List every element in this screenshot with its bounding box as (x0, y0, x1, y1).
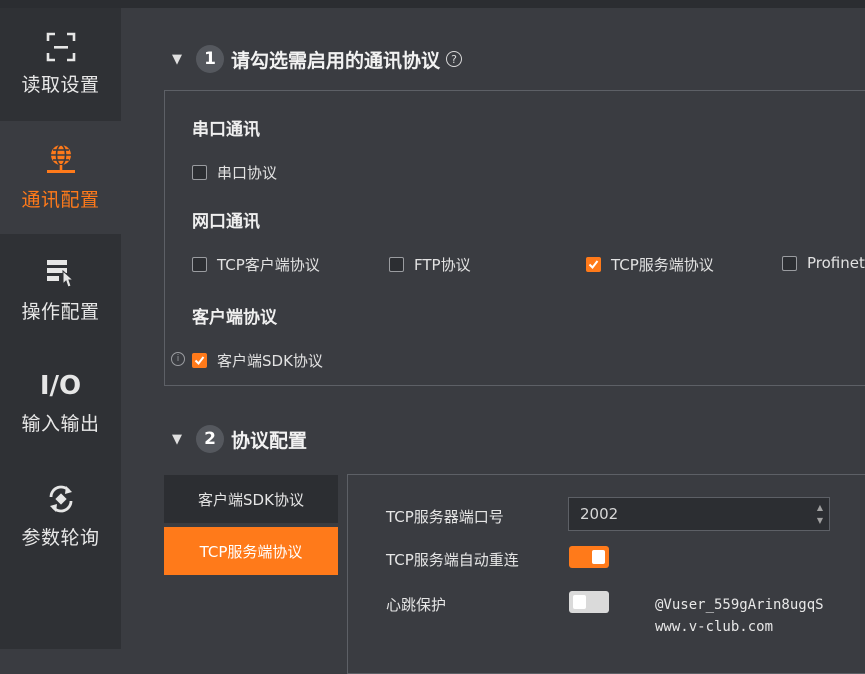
collapse-triangle-icon[interactable]: ▼ (172, 432, 182, 447)
io-icon: I/O (39, 371, 82, 401)
checkbox-label: 串口协议 (217, 164, 278, 182)
refresh-cycle-icon (49, 485, 72, 513)
sidebar-item-param-polling[interactable]: 参数轮询 (0, 460, 121, 573)
heartbeat-label: 心跳保护 (386, 596, 447, 614)
auto-reconnect-toggle[interactable] (569, 546, 609, 568)
help-question-icon[interactable]: ? (446, 51, 463, 67)
checkbox-box[interactable] (586, 257, 601, 272)
sidebar-item-label: 通讯配置 (21, 189, 100, 211)
sidebar: 读取设置 通讯配置 操作配置 I/O 输入输出 参数轮询 (0, 8, 121, 649)
tab-tcp-server[interactable]: TCP服务端协议 (164, 527, 338, 575)
checkbox-client-sdk[interactable]: 客户端SDK协议 (192, 350, 323, 371)
checkbox-box[interactable] (192, 165, 207, 180)
top-bar (0, 0, 865, 8)
protocol-selection-panel: 串口通讯 串口协议 网口通讯 TCP客户端协议 FTP协议 TCP服务端协议 P… (164, 90, 865, 386)
checkbox-label: FTP协议 (414, 256, 471, 274)
step-number: 1 (196, 45, 224, 73)
toggle-knob (573, 595, 586, 609)
checkbox-ftp[interactable]: FTP协议 (389, 254, 471, 275)
checkbox-profinet[interactable]: Profinet (782, 254, 865, 272)
group-title-network: 网口通讯 (192, 212, 260, 232)
port-spinbox[interactable]: ▲ ▼ (568, 497, 830, 531)
sidebar-item-communication[interactable]: 通讯配置 (0, 121, 121, 234)
toggle-knob (592, 550, 605, 564)
sidebar-item-operation[interactable]: 操作配置 (0, 234, 121, 347)
group-title-client: 客户端协议 (192, 308, 277, 328)
checkbox-label: 客户端SDK协议 (217, 352, 323, 370)
checkmark-icon (194, 356, 205, 366)
step-number: 2 (196, 425, 224, 453)
checkbox-box[interactable] (389, 257, 404, 272)
sidebar-item-read-settings[interactable]: 读取设置 (0, 8, 121, 121)
scan-frame-icon (46, 32, 75, 62)
operation-config-icon (46, 260, 74, 288)
checkbox-tcp-client[interactable]: TCP客户端协议 (192, 254, 320, 275)
checkbox-serial-protocol[interactable]: 串口协议 (192, 162, 277, 183)
section-config-header[interactable]: ▼ 2 协议配置 (172, 425, 307, 453)
watermark-user: @Vuser_559gArin8ugqS (655, 597, 824, 613)
network-globe-icon (46, 144, 75, 173)
port-label: TCP服务器端口号 (386, 508, 504, 526)
checkbox-box[interactable] (192, 257, 207, 272)
spin-up-icon[interactable]: ▲ (817, 504, 823, 512)
collapse-triangle-icon[interactable]: ▼ (172, 52, 182, 67)
main-content: ▼ 1 请勾选需启用的通讯协议 ? 串口通讯 串口协议 网口通讯 TCP客户端协… (121, 8, 865, 674)
tab-client-sdk[interactable]: 客户端SDK协议 (164, 475, 338, 523)
checkbox-box[interactable] (192, 353, 207, 368)
checkbox-label: TCP服务端协议 (611, 256, 714, 274)
checkmark-icon (588, 260, 599, 270)
section-title: 请勾选需启用的通讯协议 (231, 49, 441, 72)
spin-down-icon[interactable]: ▼ (817, 517, 823, 525)
heartbeat-toggle[interactable] (569, 591, 609, 613)
checkbox-box[interactable] (782, 255, 797, 271)
watermark-site: www.v-club.com (655, 619, 774, 635)
section-title: 协议配置 (231, 429, 308, 452)
port-input[interactable] (569, 498, 799, 530)
info-icon[interactable]: i (171, 352, 185, 366)
section-protocols-header[interactable]: ▼ 1 请勾选需启用的通讯协议 ? (172, 45, 463, 73)
group-title-serial: 串口通讯 (192, 120, 260, 140)
sidebar-item-label: 读取设置 (21, 74, 100, 96)
sidebar-item-label: 输入输出 (21, 413, 100, 435)
checkbox-tcp-server[interactable]: TCP服务端协议 (586, 254, 714, 275)
auto-reconnect-label: TCP服务端自动重连 (386, 551, 519, 569)
sidebar-item-label: 操作配置 (21, 301, 100, 323)
checkbox-label: Profinet (807, 254, 865, 272)
sidebar-item-label: 参数轮询 (21, 527, 100, 549)
checkbox-label: TCP客户端协议 (217, 256, 320, 274)
sidebar-item-io[interactable]: I/O 输入输出 (0, 347, 121, 460)
